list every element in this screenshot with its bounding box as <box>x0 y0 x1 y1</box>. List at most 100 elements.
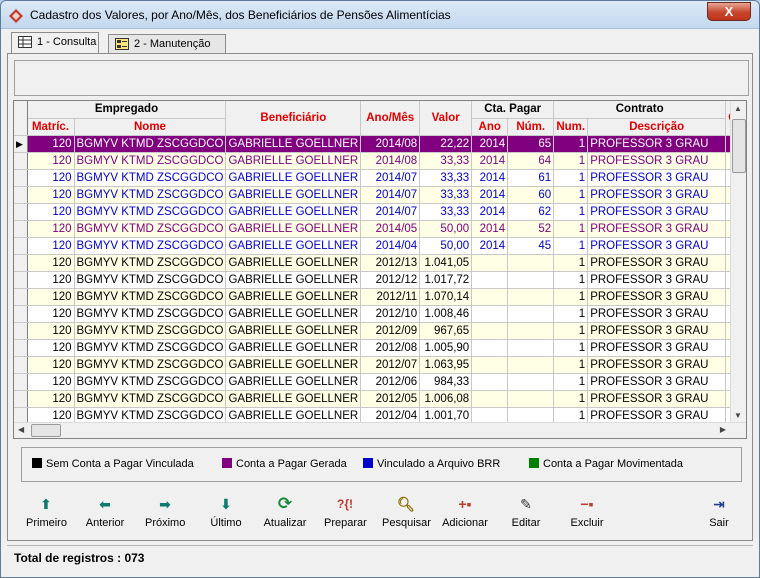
cell-ano[interactable]: 2014 <box>471 169 509 187</box>
cell-ano[interactable] <box>471 390 509 408</box>
cell-ano-mes[interactable]: 2014/04 <box>360 237 421 255</box>
row-indicator[interactable] <box>14 220 28 238</box>
cell-ano-mes[interactable]: 2012/12 <box>360 271 421 289</box>
cell-descricao[interactable]: PROFESSOR 3 GRAU <box>587 186 727 204</box>
cell-beneficiario[interactable]: GABRIELLE GOELLNER <box>225 373 362 391</box>
records-grid[interactable]: Empregado Beneficiário Ano/Mês Valor Cta… <box>13 100 747 439</box>
cell-descricao[interactable]: PROFESSOR 3 GRAU <box>587 390 727 408</box>
cell-descricao[interactable]: PROFESSOR 3 GRAU <box>587 305 727 323</box>
cell-ano-mes[interactable]: 2012/10 <box>360 305 421 323</box>
tab-consulta[interactable]: 1 - Consulta <box>11 32 99 54</box>
scroll-up-icon[interactable]: ▲ <box>734 104 742 113</box>
search-button[interactable]: 🔍︎ Pesquisar <box>382 495 431 529</box>
table-row[interactable]: 120 BGMYV KTMD ZSCGGDCO GABRIELLE GOELLNER… <box>14 390 741 408</box>
row-indicator[interactable] <box>14 271 28 289</box>
cell-descricao[interactable]: PROFESSOR 3 GRAU <box>587 254 727 272</box>
header-contrato-num[interactable]: Num. <box>553 118 589 136</box>
cell-ano[interactable] <box>471 356 509 374</box>
cell-descricao[interactable]: PROFESSOR 3 GRAU <box>587 220 727 238</box>
cell-contrato-num[interactable]: 1 <box>553 254 589 272</box>
header-valor[interactable]: Valor <box>419 101 473 136</box>
cell-nome[interactable]: BGMYV KTMD ZSCGGDCO <box>74 322 227 340</box>
cell-beneficiario[interactable]: GABRIELLE GOELLNER <box>225 322 362 340</box>
cell-nome[interactable]: BGMYV KTMD ZSCGGDCO <box>74 390 227 408</box>
row-indicator[interactable] <box>14 254 28 272</box>
header-ano-mes[interactable]: Ano/Mês <box>360 101 421 136</box>
cell-ano-mes[interactable]: 2012/08 <box>360 339 421 357</box>
table-row[interactable]: 120 BGMYV KTMD ZSCGGDCO GABRIELLE GOELLNER… <box>14 186 741 204</box>
cell-valor[interactable]: 33,33 <box>419 186 473 204</box>
cell-ano[interactable] <box>471 288 509 306</box>
horizontal-scroll-thumb[interactable] <box>31 424 61 437</box>
cell-contrato-num[interactable]: 1 <box>553 339 589 357</box>
edit-button[interactable]: ✎ Editar <box>510 495 542 529</box>
cell-contrato-num[interactable]: 1 <box>553 237 589 255</box>
horizontal-scrollbar[interactable]: ◀ ▶ <box>14 422 746 438</box>
cell-valor[interactable]: 50,00 <box>419 237 473 255</box>
table-row[interactable]: 120 BGMYV KTMD ZSCGGDCO GABRIELLE GOELLNER… <box>14 220 741 238</box>
cell-matric[interactable]: 120 <box>27 169 75 187</box>
add-button[interactable]: +▪ Adicionar <box>441 495 489 529</box>
cell-num[interactable] <box>507 390 555 408</box>
cell-ano[interactable]: 2014 <box>471 135 509 153</box>
cell-matric[interactable]: 120 <box>27 322 75 340</box>
cell-nome[interactable]: BGMYV KTMD ZSCGGDCO <box>74 339 227 357</box>
cell-matric[interactable]: 120 <box>27 186 75 204</box>
table-row[interactable]: ▶ 120 BGMYV KTMD ZSCGGDCO GABRIELLE GOELLNE… <box>14 135 741 153</box>
cell-nome[interactable]: BGMYV KTMD ZSCGGDCO <box>74 169 227 187</box>
cell-num[interactable]: 60 <box>507 186 555 204</box>
cell-valor[interactable]: 33,33 <box>419 203 473 221</box>
cell-nome[interactable]: BGMYV KTMD ZSCGGDCO <box>74 186 227 204</box>
cell-contrato-num[interactable]: 1 <box>553 186 589 204</box>
cell-beneficiario[interactable]: GABRIELLE GOELLNER <box>225 339 362 357</box>
cell-beneficiario[interactable]: GABRIELLE GOELLNER <box>225 152 362 170</box>
cell-descricao[interactable]: PROFESSOR 3 GRAU <box>587 339 727 357</box>
cell-beneficiario[interactable]: GABRIELLE GOELLNER <box>225 305 362 323</box>
cell-num[interactable] <box>507 322 555 340</box>
cell-descricao[interactable]: PROFESSOR 3 GRAU <box>587 169 727 187</box>
previous-button[interactable]: ⬅ Anterior <box>85 495 125 529</box>
cell-num[interactable]: 52 <box>507 220 555 238</box>
cell-matric[interactable]: 120 <box>27 203 75 221</box>
last-button[interactable]: ⬇ Último <box>207 495 245 529</box>
cell-contrato-num[interactable]: 1 <box>553 356 589 374</box>
cell-num[interactable]: 62 <box>507 203 555 221</box>
header-nome[interactable]: Nome <box>74 118 227 136</box>
cell-ano[interactable]: 2014 <box>471 186 509 204</box>
cell-valor[interactable]: 1.008,46 <box>419 305 473 323</box>
cell-matric[interactable]: 120 <box>27 220 75 238</box>
next-button[interactable]: ➡ Próximo <box>145 495 185 529</box>
cell-beneficiario[interactable]: GABRIELLE GOELLNER <box>225 220 362 238</box>
scroll-down-icon[interactable]: ▼ <box>734 411 742 420</box>
header-descricao[interactable]: Descrição <box>587 118 727 136</box>
cell-ano-mes[interactable]: 2014/08 <box>360 135 421 153</box>
cell-nome[interactable]: BGMYV KTMD ZSCGGDCO <box>74 271 227 289</box>
cell-valor[interactable]: 984,33 <box>419 373 473 391</box>
first-button[interactable]: ⬆ Primeiro <box>26 495 67 529</box>
cell-num[interactable] <box>507 288 555 306</box>
cell-num[interactable] <box>507 373 555 391</box>
table-row[interactable]: 120 BGMYV KTMD ZSCGGDCO GABRIELLE GOELLNER… <box>14 288 741 306</box>
header-num[interactable]: Núm. <box>507 118 555 136</box>
cell-ano-mes[interactable]: 2012/05 <box>360 390 421 408</box>
cell-beneficiario[interactable]: GABRIELLE GOELLNER <box>225 356 362 374</box>
table-row[interactable]: 120 BGMYV KTMD ZSCGGDCO GABRIELLE GOELLNER… <box>14 271 741 289</box>
table-row[interactable]: 120 BGMYV KTMD ZSCGGDCO GABRIELLE GOELLNER… <box>14 305 741 323</box>
row-indicator[interactable] <box>14 152 28 170</box>
delete-button[interactable]: −▪ Excluir <box>569 495 605 529</box>
cell-num[interactable]: 65 <box>507 135 555 153</box>
cell-contrato-num[interactable]: 1 <box>553 373 589 391</box>
cell-ano-mes[interactable]: 2014/07 <box>360 186 421 204</box>
table-row[interactable]: 120 BGMYV KTMD ZSCGGDCO GABRIELLE GOELLNER… <box>14 152 741 170</box>
tab-manutencao[interactable]: 2 - Manutenção <box>108 34 226 54</box>
cell-beneficiario[interactable]: GABRIELLE GOELLNER <box>225 390 362 408</box>
row-indicator[interactable] <box>14 186 28 204</box>
cell-nome[interactable]: BGMYV KTMD ZSCGGDCO <box>74 373 227 391</box>
exit-button[interactable]: ⇥ Sair <box>705 495 733 529</box>
cell-nome[interactable]: BGMYV KTMD ZSCGGDCO <box>74 220 227 238</box>
cell-nome[interactable]: BGMYV KTMD ZSCGGDCO <box>74 152 227 170</box>
cell-valor[interactable]: 1.063,95 <box>419 356 473 374</box>
cell-valor[interactable]: 33,33 <box>419 152 473 170</box>
cell-matric[interactable]: 120 <box>27 152 75 170</box>
cell-contrato-num[interactable]: 1 <box>553 203 589 221</box>
